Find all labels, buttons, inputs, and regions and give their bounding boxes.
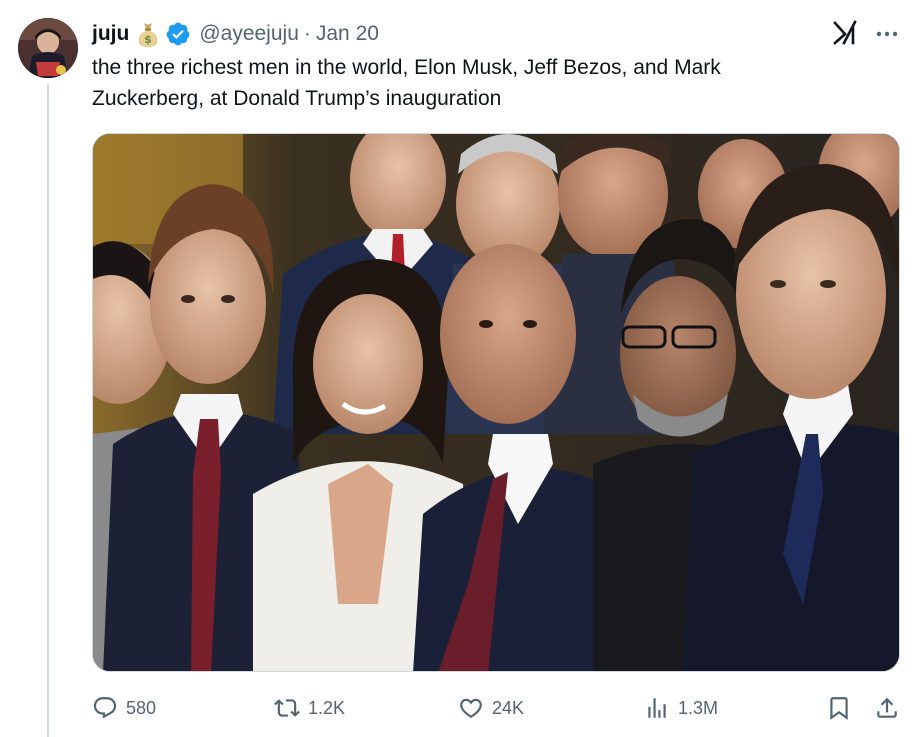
views-button[interactable]: 1.3M [644,690,718,726]
bookmark-icon [830,697,848,720]
reply-count: 580 [126,697,157,718]
tweet-photo[interactable] [92,133,900,672]
reply-button[interactable]: 580 [92,690,156,726]
share-button[interactable] [874,690,900,726]
more-icon[interactable] [872,22,902,46]
view-count: 1.3M [678,697,719,718]
tweet-header: juju $ @ayeejuju · Jan 20 [92,18,379,50]
like-button[interactable]: 24K [458,690,524,726]
separator-dot: · [303,22,311,45]
repost-icon [274,699,300,717]
bookmark-button[interactable] [826,690,852,726]
post-date[interactable]: Jan 20 [316,22,379,46]
avatar[interactable] [18,18,78,78]
svg-text:$: $ [145,33,153,46]
author-handle[interactable]: @ayeejuju [199,22,299,46]
display-name[interactable]: juju [92,22,129,46]
share-icon [877,697,897,718]
reply-icon [93,697,117,719]
tweet[interactable]: juju $ @ayeejuju · Jan 20 the three rich… [0,0,917,737]
analytics-icon [648,698,666,718]
like-count: 24K [492,697,525,718]
verified-check-icon [166,22,190,46]
tweet-text: the three richest men in the world, Elon… [92,56,721,110]
repost-button[interactable]: 1.2K [274,690,345,726]
heart-icon [460,698,482,718]
repost-count: 1.2K [308,697,346,718]
money-bag-icon: $ [138,23,158,47]
thread-line [47,84,49,737]
grok-icon[interactable] [832,20,858,46]
action-bar: 580 1.2K 24K 1.3M [92,690,904,726]
